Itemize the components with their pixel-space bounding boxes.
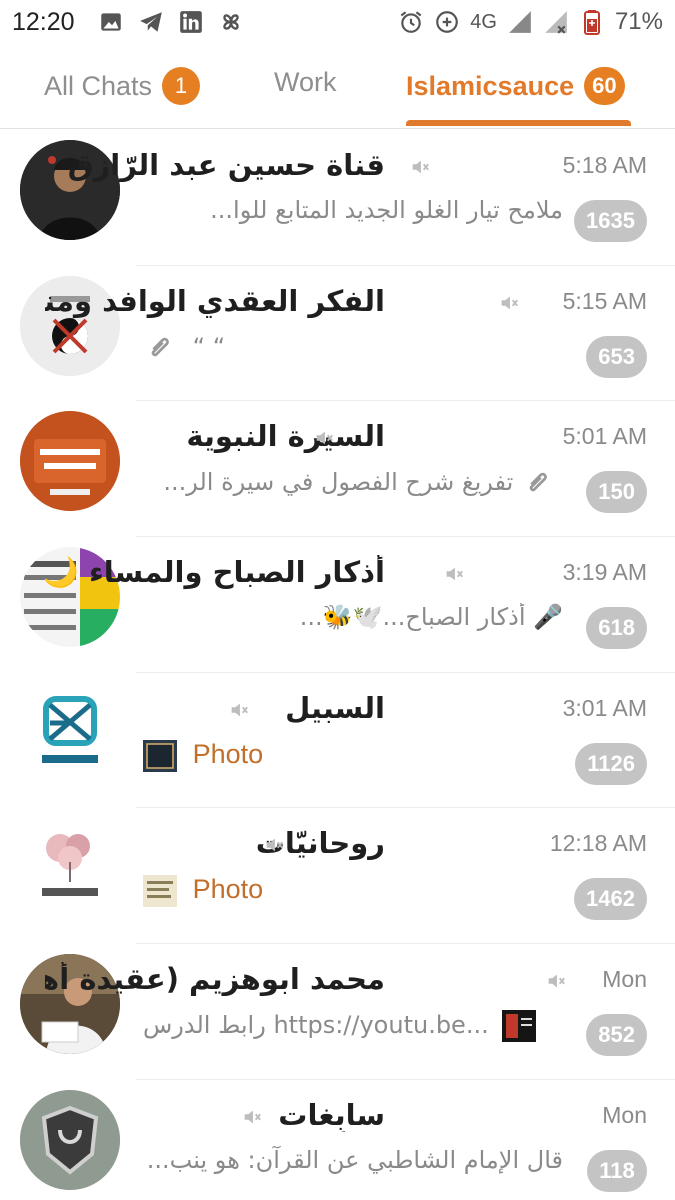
- telegram-icon: [140, 12, 162, 32]
- avatar: [20, 682, 120, 783]
- active-tab-indicator: [406, 120, 631, 126]
- chat-preview-wrap: Photo: [143, 874, 563, 908]
- tab-work[interactable]: Work: [274, 67, 337, 98]
- chat-preview-wrap: Photo: [143, 739, 563, 772]
- chat-row[interactable]: سابِغات Mon قال الإمام الشاطبي عن القرآن…: [0, 1080, 675, 1200]
- muted-icon: [231, 703, 248, 717]
- unread-count: 1126: [575, 742, 647, 785]
- unread-count: 852: [586, 1014, 647, 1057]
- muted-icon: [446, 567, 463, 581]
- alarm-icon: [400, 11, 422, 33]
- unread-count: 1635: [574, 200, 647, 242]
- chat-title: سابِغات: [278, 1097, 385, 1132]
- paperclip-icon: [151, 337, 169, 357]
- muted-icon: [266, 839, 283, 852]
- signal-off-icon: [545, 11, 567, 34]
- battery-icon: [583, 10, 600, 35]
- unread-count: 618: [586, 607, 647, 650]
- chat-preview: Photo: [192, 874, 264, 905]
- tab-label: Work: [274, 67, 337, 97]
- avatar: [20, 1089, 120, 1190]
- muted-icon: [316, 431, 333, 445]
- chat-row[interactable]: محمد ابوهزيم (عقيدة أهل السن... Mon رابط…: [0, 944, 675, 1080]
- unread-count: 118: [587, 1149, 647, 1192]
- chat-preview: رابط الدرس https://youtu.be...: [143, 1011, 489, 1040]
- status-bar: 12:20 4G 71%: [0, 0, 675, 48]
- photo-thumbnail-icon: [143, 875, 177, 908]
- tab-label: Islamicsauce: [406, 70, 575, 101]
- chat-title: الفكر العقدي الوافد ومنهجي...: [45, 283, 385, 318]
- chat-title: السيرة النبوية: [186, 419, 385, 454]
- muted-icon: [412, 160, 429, 174]
- chat-title: محمد ابوهزيم (عقيدة أهل السن...: [45, 962, 385, 997]
- tab-badge: 60: [584, 67, 625, 105]
- network-type: 4G: [470, 10, 497, 33]
- chat-preview-wrap: رابط الدرس https://youtu.be...: [143, 1010, 563, 1043]
- chat-time: 5:15 AM: [562, 287, 647, 314]
- chat-row[interactable]: قناة حسين عبد الرّازق 5:18 AM ملامح تيار…: [0, 130, 675, 266]
- chat-row[interactable]: السبيل 3:01 AM Photo 1126: [0, 673, 675, 809]
- chat-title: السبيل: [285, 690, 385, 725]
- chat-preview: قال الإمام الشاطبي عن القرآن: هو ينب...: [146, 1145, 563, 1174]
- tab-label: All Chats: [44, 70, 153, 101]
- chat-preview: 🎤 أذكار الصباح...🕊️🐝...: [299, 603, 563, 632]
- photo-thumbnail-icon: [143, 739, 177, 772]
- chat-row[interactable]: الفكر العقدي الوافد ومنهجي... 5:15 AM “ …: [0, 266, 675, 402]
- linkedin-icon: [180, 11, 202, 33]
- status-time: 12:20: [12, 8, 75, 36]
- chat-time: 12:18 AM: [549, 830, 647, 857]
- chat-preview: ملامح تيار الغلو الجديد المتابع للوا...: [210, 196, 563, 224]
- tab-all-chats[interactable]: All Chats 1: [44, 67, 201, 105]
- muted-icon: [244, 1110, 261, 1124]
- chat-preview-wrap: تفريغ شرح الفصول في سيرة الر...: [143, 467, 563, 499]
- chat-time: 3:01 AM: [562, 694, 647, 721]
- chat-preview: تفريغ شرح الفصول في سيرة الر...: [163, 468, 514, 497]
- chat-time: Mon: [602, 1101, 647, 1128]
- chat-title: قناة حسين عبد الرّازق: [67, 148, 385, 182]
- chat-preview: Photo: [192, 738, 264, 769]
- avatar: [20, 411, 120, 512]
- folder-tabs: All Chats 1 Work Islamicsauce 60: [0, 55, 675, 129]
- data-saver-icon: [436, 11, 459, 33]
- battery-percent: 71%: [614, 8, 663, 35]
- signal-icon: [509, 11, 531, 33]
- chat-row[interactable]: روحانيّات 12:18 AM Photo 1462: [0, 808, 675, 945]
- chat-time: 5:18 AM: [562, 152, 647, 178]
- chat-preview: “ “: [192, 332, 226, 361]
- chat-row[interactable]: أذكار الصباح والمساء 🌙 3:19 AM 🎤 أذكار ا…: [0, 537, 675, 673]
- unread-count: 1462: [574, 878, 647, 921]
- muted-icon: [501, 296, 518, 310]
- tab-islamicsauce[interactable]: Islamicsauce 60: [406, 67, 625, 105]
- chat-time: 3:19 AM: [562, 559, 647, 586]
- muted-icon: [548, 974, 565, 988]
- chat-time: 5:01 AM: [562, 423, 647, 450]
- pinwheel-icon: [223, 14, 239, 30]
- chat-time: Mon: [602, 966, 647, 993]
- unread-count: 653: [586, 335, 647, 378]
- photo-thumbnail-icon: [502, 1010, 537, 1043]
- paperclip-icon: [529, 473, 547, 492]
- chat-preview-wrap: “ “: [143, 332, 563, 364]
- unread-count: 150: [586, 471, 647, 514]
- image-icon: [101, 13, 121, 31]
- avatar: [20, 818, 120, 919]
- chat-row[interactable]: السيرة النبوية 5:01 AM تفريغ شرح الفصول …: [0, 401, 675, 538]
- chat-title: أذكار الصباح والمساء 🌙: [45, 555, 385, 590]
- chat-list: قناة حسين عبد الرّازق 5:18 AM ملامح تيار…: [0, 130, 675, 1200]
- tab-badge: 1: [162, 67, 201, 105]
